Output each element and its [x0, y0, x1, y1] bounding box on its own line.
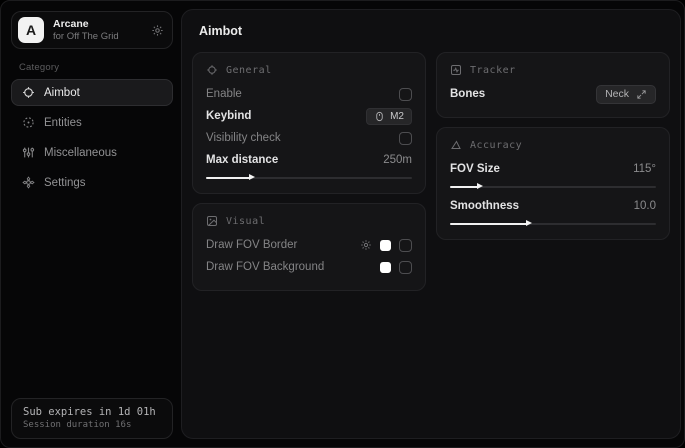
sidebar-item-label: Miscellaneous: [44, 147, 117, 159]
max-distance-value: 250m: [383, 154, 412, 166]
sidebar-spacer: [11, 196, 173, 398]
smoothness-label: Smoothness: [450, 200, 519, 212]
fov-size-label: FOV Size: [450, 163, 500, 175]
fov-border-color-swatch[interactable]: [380, 240, 391, 251]
sub-expiry-text: Sub expires in 1d 01h: [23, 406, 161, 418]
fov-background-color-swatch[interactable]: [380, 262, 391, 273]
keybind-button[interactable]: M2: [366, 108, 412, 125]
crosshair-icon: [22, 86, 35, 99]
max-distance-row: Max distance 250m: [206, 149, 412, 171]
category-label: Category: [19, 62, 173, 73]
visual-panel-title: Visual: [226, 216, 265, 227]
max-distance-slider[interactable]: [206, 174, 412, 181]
bones-select-button[interactable]: Neck: [596, 85, 656, 104]
sidebar-item-entities[interactable]: Entities: [11, 109, 173, 136]
draw-fov-background-label: Draw FOV Background: [206, 261, 324, 273]
visibility-check-checkbox[interactable]: [399, 132, 412, 145]
sidebar-nav: Aimbot Entities: [11, 79, 173, 196]
app-title-block: Arcane for Off The Grid: [53, 18, 142, 43]
app-name: Arcane: [53, 18, 142, 31]
angle-icon: [450, 139, 462, 151]
fov-background-checkbox[interactable]: [399, 261, 412, 274]
sidebar: A Arcane for Off The Grid Category: [1, 1, 181, 447]
general-panel: General Enable Keybind: [192, 52, 426, 194]
visibility-check-row: Visibility check: [206, 127, 412, 149]
visibility-check-label: Visibility check: [206, 132, 281, 144]
draw-fov-border-row: Draw FOV Border: [206, 234, 412, 256]
enable-row: Enable: [206, 83, 412, 105]
activity-icon: [450, 64, 462, 76]
slider-fill: [206, 177, 251, 180]
app-subtitle: for Off The Grid: [53, 31, 142, 43]
slider-fill: [450, 223, 528, 226]
app-window: A Arcane for Off The Grid Category: [0, 0, 685, 448]
general-panel-header: General: [206, 64, 412, 76]
fov-background-controls: [380, 261, 412, 274]
sidebar-item-settings[interactable]: Settings: [11, 169, 173, 196]
app-logo: A: [18, 17, 44, 43]
session-duration-text: Session duration 16s: [23, 420, 161, 430]
crosshair-icon: [206, 64, 218, 76]
panel-columns: General Enable Keybind: [192, 52, 670, 291]
general-panel-title: General: [226, 65, 272, 76]
fov-size-row: FOV Size 115°: [450, 158, 656, 180]
enable-checkbox[interactable]: [399, 88, 412, 101]
radar-scan-icon: [22, 116, 35, 129]
slider-fill: [450, 186, 479, 189]
sidebar-item-label: Settings: [44, 177, 86, 189]
draw-fov-border-label: Draw FOV Border: [206, 239, 297, 251]
sidebar-item-label: Entities: [44, 117, 82, 129]
gear-icon: [22, 176, 35, 189]
image-icon: [206, 215, 218, 227]
sidebar-item-aimbot[interactable]: Aimbot: [11, 79, 173, 106]
fov-border-gear-icon[interactable]: [360, 239, 372, 251]
subscription-status-card: Sub expires in 1d 01h Session duration 1…: [11, 398, 173, 439]
max-distance-label: Max distance: [206, 154, 278, 166]
bones-selected-value: Neck: [605, 88, 629, 100]
expand-icon: [636, 89, 647, 100]
mouse-icon: [374, 111, 385, 122]
draw-fov-background-row: Draw FOV Background: [206, 256, 412, 278]
bones-label: Bones: [450, 88, 485, 100]
bones-row: Bones Neck: [450, 83, 656, 105]
keybind-row: Keybind M2: [206, 105, 412, 127]
tracker-panel: Tracker Bones Neck: [436, 52, 670, 118]
smoothness-slider[interactable]: [450, 220, 656, 227]
smoothness-row: Smoothness 10.0: [450, 195, 656, 217]
left-column: General Enable Keybind: [192, 52, 426, 291]
settings-gear-icon[interactable]: [151, 24, 164, 37]
fov-size-slider[interactable]: [450, 183, 656, 190]
visual-panel-header: Visual: [206, 215, 412, 227]
app-logo-card: A Arcane for Off The Grid: [11, 11, 173, 49]
main-content: Aimbot General: [181, 9, 681, 439]
sliders-icon: [22, 146, 35, 159]
smoothness-value: 10.0: [634, 200, 656, 212]
fov-border-controls: [360, 239, 412, 252]
accuracy-panel-header: Accuracy: [450, 139, 656, 151]
sidebar-item-label: Aimbot: [44, 87, 80, 99]
keybind-label: Keybind: [206, 110, 251, 122]
right-column: Tracker Bones Neck: [436, 52, 670, 240]
visual-panel: Visual Draw FOV Border: [192, 203, 426, 291]
slider-thumb[interactable]: [249, 174, 255, 180]
keybind-value: M2: [390, 111, 404, 122]
accuracy-panel-title: Accuracy: [470, 140, 522, 151]
tracker-panel-title: Tracker: [470, 65, 516, 76]
accuracy-panel: Accuracy FOV Size 115° Smoothness 10.0: [436, 127, 670, 240]
fov-size-value: 115°: [633, 163, 656, 175]
sidebar-item-miscellaneous[interactable]: Miscellaneous: [11, 139, 173, 166]
tracker-panel-header: Tracker: [450, 64, 656, 76]
slider-thumb[interactable]: [477, 183, 483, 189]
page-title: Aimbot: [199, 24, 670, 38]
fov-border-checkbox[interactable]: [399, 239, 412, 252]
enable-label: Enable: [206, 88, 242, 100]
slider-thumb[interactable]: [526, 220, 532, 226]
